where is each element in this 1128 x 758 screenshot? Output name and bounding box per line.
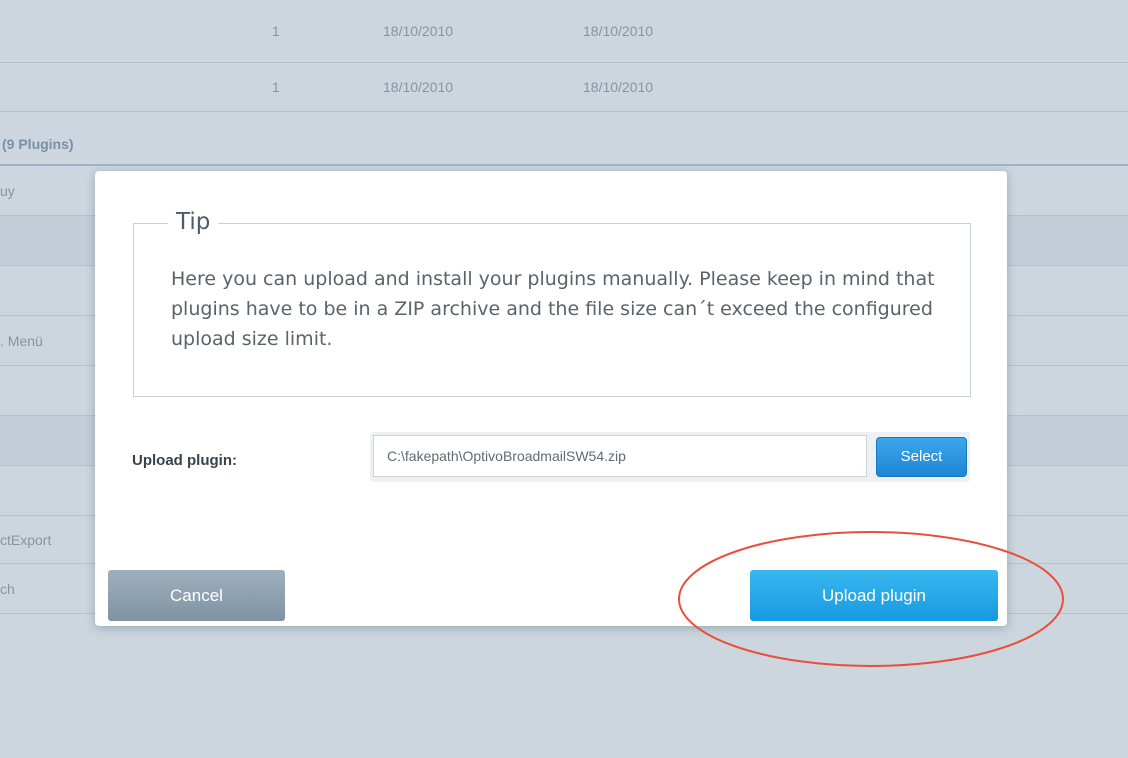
tip-text: Here you can upload and install your plu… [171, 268, 935, 350]
row-name: uy [0, 182, 15, 199]
row-date-installed: 18/10/2010 [383, 23, 454, 39]
row-date-installed: 18/10/2010 [383, 78, 454, 95]
row-date-updated: 18/10/2010 [583, 23, 654, 39]
table-row: 1 18/10/2010 18/10/2010 [0, 0, 1128, 63]
upload-plugin-label: Upload plugin: [132, 452, 237, 469]
row-date-updated: 18/10/2010 [583, 78, 654, 95]
file-upload-field: Select [370, 432, 970, 482]
tip-title: Tip [168, 209, 219, 235]
select-file-button[interactable]: Select [876, 437, 967, 477]
row-name: ch [0, 580, 15, 597]
row-name: . Menü [0, 332, 43, 349]
row-name: ctExport [0, 531, 52, 548]
cancel-button[interactable]: Cancel [108, 570, 285, 621]
annotation-ellipse [678, 531, 1064, 667]
plugin-section-header: (9 Plugins) [0, 112, 1128, 166]
row-count: 1 [272, 23, 280, 39]
annotation-ellipse-shape [678, 531, 1064, 667]
file-path-input[interactable] [373, 435, 867, 477]
section-title: (9 Plugins) [2, 136, 74, 152]
table-row: 1 18/10/2010 18/10/2010 [0, 62, 1128, 112]
row-count: 1 [272, 78, 280, 95]
tip-box: Tip Here you can upload and install your… [133, 209, 971, 397]
